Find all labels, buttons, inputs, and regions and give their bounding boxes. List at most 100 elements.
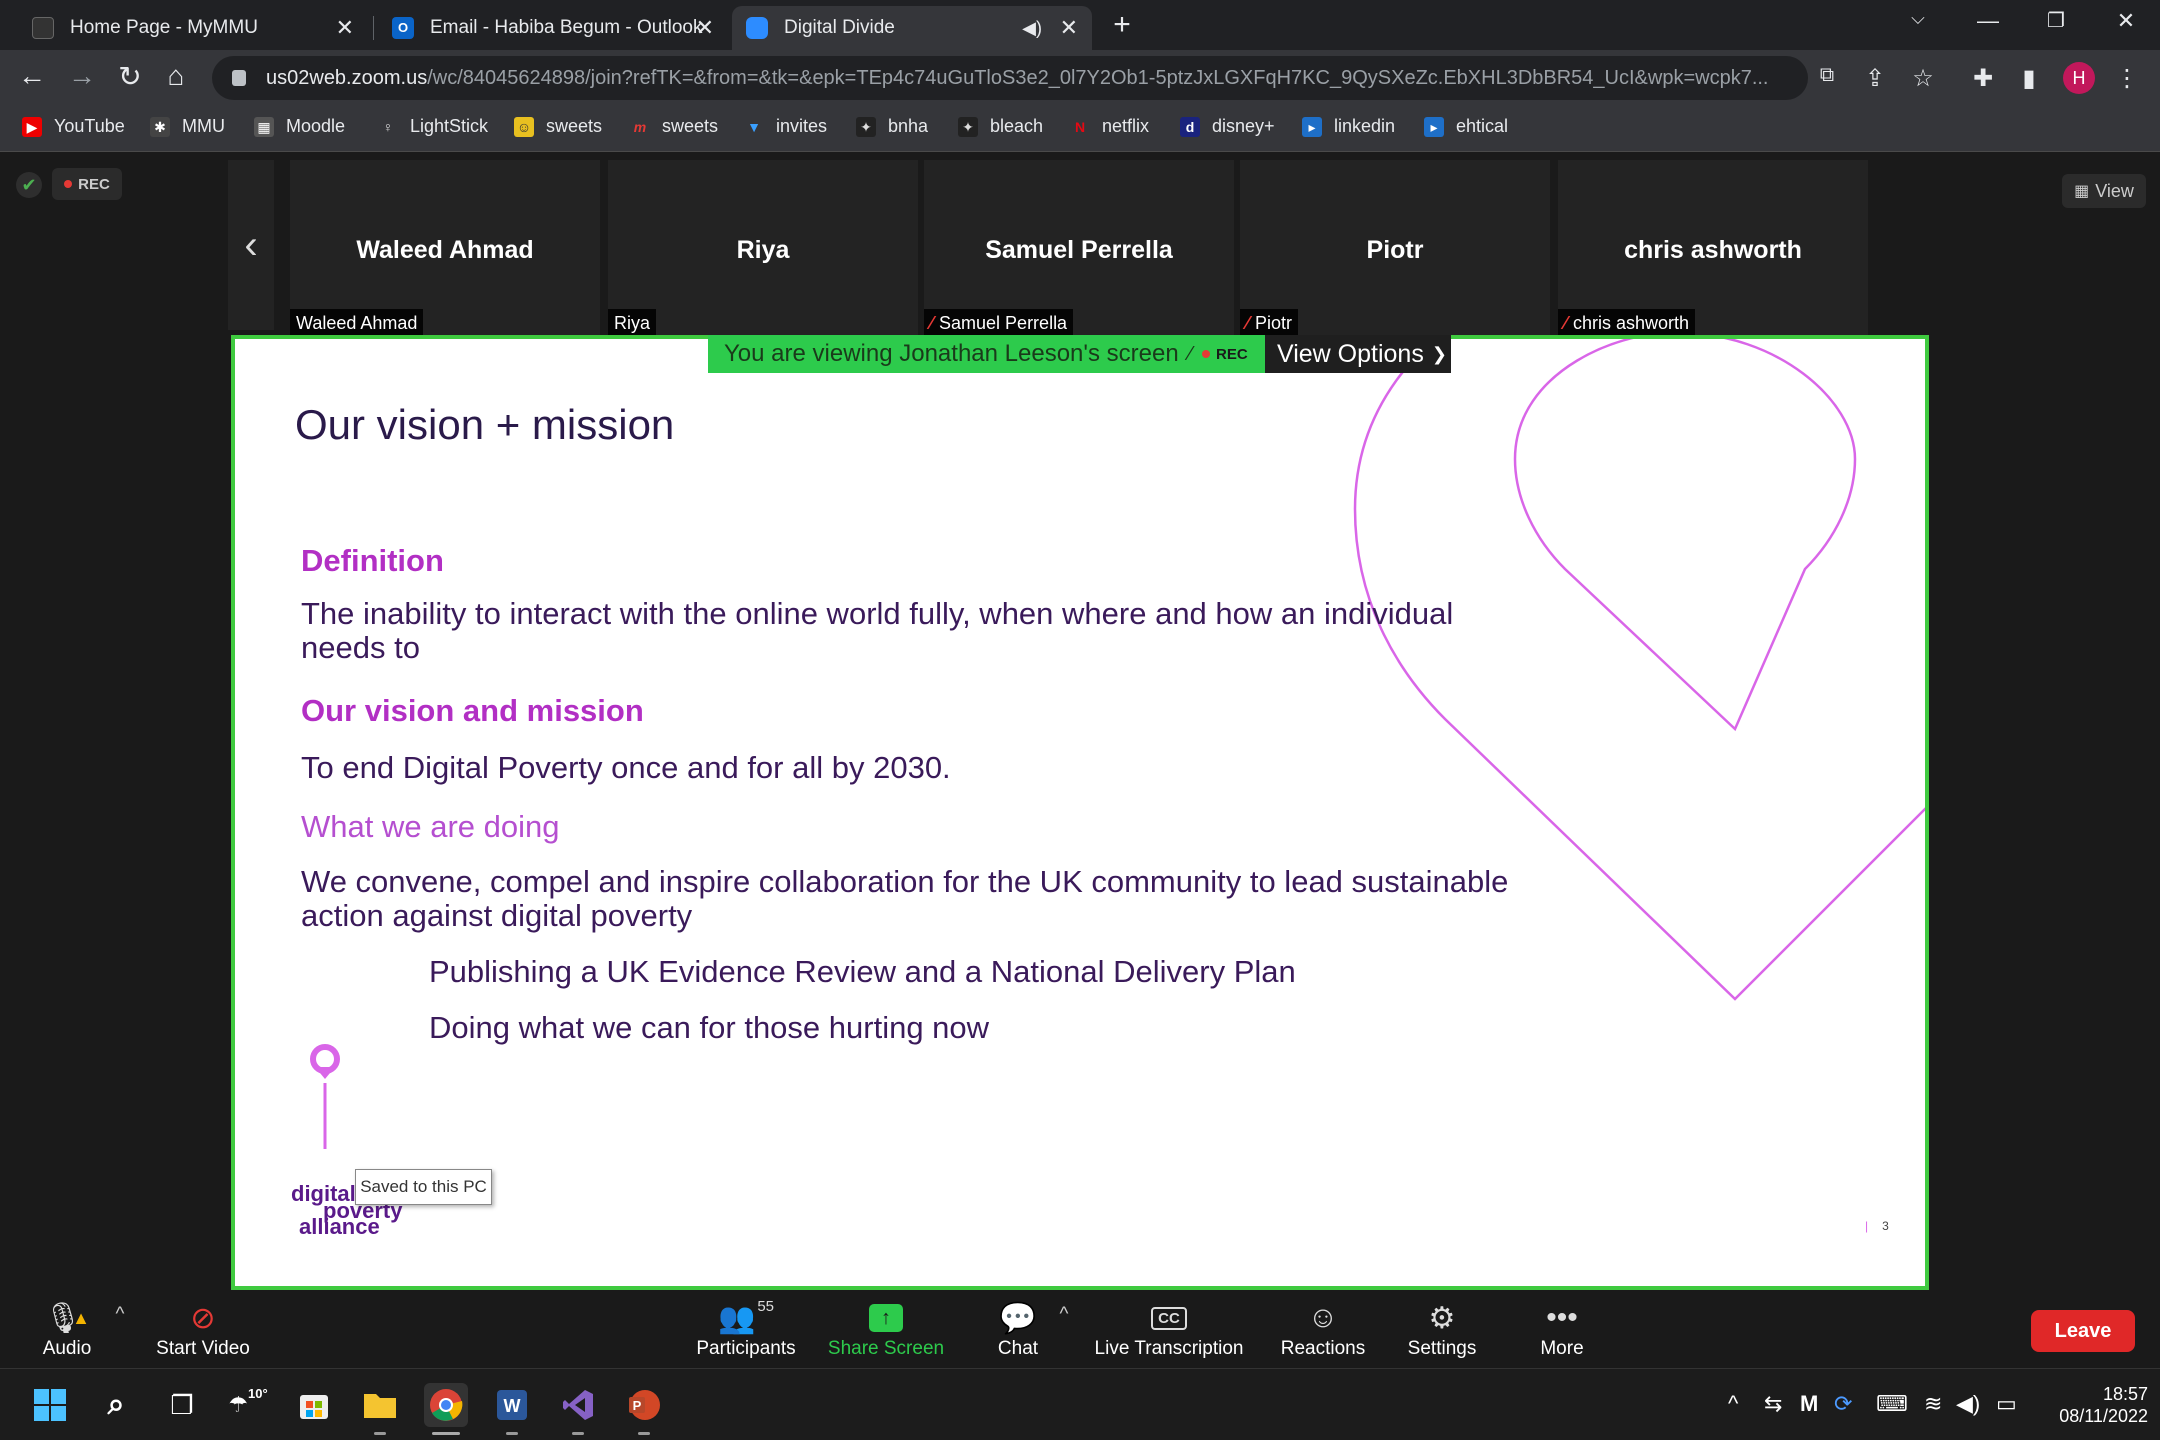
- close-tab-icon[interactable]: ✕: [696, 15, 714, 41]
- bookmark-invites[interactable]: ▼ invites: [744, 116, 827, 137]
- chrome-icon[interactable]: [424, 1383, 468, 1427]
- bookmark-sweets-2[interactable]: m sweets: [630, 116, 718, 137]
- word-icon[interactable]: W: [490, 1383, 534, 1427]
- bookmark-youtube[interactable]: ▶ YouTube: [22, 116, 125, 137]
- bookmark-disney[interactable]: d disney+: [1180, 116, 1275, 137]
- tab-separator: [373, 16, 374, 40]
- show-hidden-icons-chevron-icon[interactable]: ^: [1728, 1391, 1738, 1417]
- bookmark-ehtical[interactable]: ▸ ehtical: [1424, 116, 1508, 137]
- microsoft-store-icon[interactable]: [292, 1383, 336, 1427]
- participants-button[interactable]: 👥 55 Participants: [690, 1298, 802, 1360]
- doing-text-line-1: We convene, compel and inspire collabora…: [301, 864, 1509, 899]
- participant-name: Waleed Ahmad: [356, 236, 534, 264]
- bookmark-sweets-1[interactable]: ☺ sweets: [514, 116, 602, 137]
- tab-outlook[interactable]: O Email - Habiba Begum - Outlook ✕: [378, 6, 728, 50]
- task-view-icon[interactable]: ❐: [160, 1383, 204, 1427]
- weather-icon[interactable]: ☂ 10°: [226, 1383, 270, 1427]
- url-host: us02web.zoom.us: [266, 66, 428, 89]
- powerpoint-icon[interactable]: P: [622, 1383, 666, 1427]
- close-tab-icon[interactable]: ✕: [336, 15, 354, 41]
- sync-icon[interactable]: ⟳: [1834, 1391, 1852, 1417]
- restore-icon[interactable]: ❐: [2036, 8, 2076, 33]
- chat-options-chevron-icon[interactable]: ^: [1054, 1304, 1074, 1326]
- profile-avatar[interactable]: H: [2063, 62, 2095, 94]
- participant-tile[interactable]: chris ashworth ⁄ chris ashworth: [1558, 160, 1868, 338]
- close-window-icon[interactable]: ✕: [2106, 8, 2146, 34]
- reactions-icon: ☺: [1307, 1301, 1339, 1334]
- keyboard-icon[interactable]: ⌨: [1876, 1391, 1908, 1417]
- vision-text: To end Digital Poverty once and for all …: [301, 750, 951, 785]
- address-bar[interactable]: us02web.zoom.us /wc/84045624898/join?ref…: [212, 56, 1808, 100]
- popup-blocked-icon[interactable]: ⧉: [1810, 64, 1844, 87]
- participant-tile[interactable]: Samuel Perrella ⁄ Samuel Perrella: [924, 160, 1234, 338]
- network-activity-icon[interactable]: ⇆: [1764, 1391, 1782, 1417]
- reactions-button[interactable]: ☺ Reactions: [1280, 1298, 1366, 1360]
- share-icon[interactable]: ⇪: [1858, 64, 1892, 93]
- search-icon[interactable]: ⌕: [94, 1383, 138, 1427]
- bookmark-star-icon[interactable]: ☆: [1906, 64, 1940, 93]
- participant-name: Piotr: [1366, 236, 1424, 264]
- bookmark-linkedin[interactable]: ▸ linkedin: [1302, 116, 1395, 137]
- moodle-icon: ▦: [254, 116, 274, 137]
- leave-button[interactable]: Leave: [2031, 1310, 2135, 1352]
- shared-screen[interactable]: Our vision + mission Definition The inab…: [231, 335, 1929, 1290]
- windows-start-icon[interactable]: [28, 1383, 72, 1427]
- more-button[interactable]: ••• More: [1534, 1298, 1590, 1360]
- tab-search-icon[interactable]: ⌵: [1898, 8, 1938, 29]
- view-options-dropdown[interactable]: View Options ❯: [1265, 335, 1451, 373]
- chat-button[interactable]: 💬 Chat: [990, 1298, 1046, 1360]
- closed-caption-icon: CC: [1094, 1298, 1244, 1338]
- bookmark-netflix[interactable]: Nnetflix: [1070, 116, 1149, 137]
- gmail-icon[interactable]: M: [1800, 1391, 1818, 1417]
- wifi-icon[interactable]: ≋: [1924, 1391, 1942, 1417]
- forward-icon[interactable]: →: [62, 60, 102, 92]
- speaker-icon[interactable]: ◀): [1022, 18, 1042, 39]
- reload-icon[interactable]: ↻: [110, 60, 150, 93]
- battery-icon[interactable]: ▭: [1996, 1391, 2017, 1417]
- bookmark-mmu[interactable]: ✱ MMU: [150, 116, 225, 137]
- participant-tile[interactable]: Riya Riya: [608, 160, 918, 338]
- security-shield-icon[interactable]: ✔: [16, 172, 42, 198]
- previous-participants-button[interactable]: ‹: [228, 160, 274, 330]
- live-transcription-button[interactable]: CC Live Transcription: [1094, 1298, 1244, 1360]
- menu-icon[interactable]: ⋮: [2110, 64, 2144, 93]
- recording-indicator[interactable]: REC: [52, 168, 122, 200]
- visual-studio-icon[interactable]: [556, 1383, 600, 1427]
- participant-name: Samuel Perrella: [985, 236, 1173, 264]
- minimize-icon[interactable]: —: [1968, 8, 2008, 34]
- muted-mic-icon: ⁄: [930, 313, 934, 333]
- audio-options-chevron-icon[interactable]: ^: [108, 1304, 132, 1326]
- share-screen-button[interactable]: ↑ Share Screen: [826, 1298, 946, 1360]
- extensions-icon[interactable]: ✚: [1966, 64, 2000, 93]
- participant-tile[interactable]: Piotr ⁄ Piotr: [1240, 160, 1550, 338]
- tab-title: Email - Habiba Begum - Outlook: [430, 17, 703, 38]
- home-icon[interactable]: ⌂: [156, 60, 196, 92]
- participant-label: ⁄ Samuel Perrella: [924, 309, 1074, 338]
- chevron-down-icon: ❯: [1431, 343, 1447, 364]
- bullet-doing-what-we-can: Doing what we can for those hurting now: [429, 1010, 990, 1045]
- bookmark-bleach[interactable]: ✦ bleach: [958, 116, 1043, 137]
- system-clock[interactable]: 18:57 08/11/2022: [2028, 1383, 2148, 1427]
- logo-pin-icon: [310, 1044, 340, 1149]
- bookmark-lightstick[interactable]: ♀ LightStick: [378, 116, 488, 137]
- volume-icon[interactable]: ◀): [1956, 1391, 1980, 1417]
- tab-digital-divide[interactable]: Digital Divide ◀) ✕: [732, 6, 1092, 50]
- participant-tile[interactable]: Waleed Ahmad Waleed Ahmad: [290, 160, 600, 338]
- back-icon[interactable]: ←: [12, 60, 52, 92]
- file-explorer-icon[interactable]: [358, 1383, 402, 1427]
- close-tab-icon[interactable]: ✕: [1060, 15, 1078, 41]
- bookmark-moodle[interactable]: ▦ Moodle: [254, 116, 345, 137]
- audio-button[interactable]: 🎙 ▲ Audio: [36, 1298, 98, 1360]
- bookmark-bnha[interactable]: ✦ bnha: [856, 116, 928, 137]
- muted-mic-icon: ⁄: [1246, 313, 1250, 333]
- view-button[interactable]: ▦ View: [2062, 174, 2146, 208]
- settings-button[interactable]: ⚙ Settings: [1404, 1298, 1480, 1360]
- logo-text-alliance: alliance: [299, 1214, 380, 1239]
- zoom-icon: [746, 17, 768, 39]
- new-tab-button[interactable]: +: [1102, 8, 1142, 42]
- participant-label: Waleed Ahmad: [290, 309, 424, 338]
- side-panel-icon[interactable]: ▮: [2012, 64, 2046, 93]
- tab-mymmu[interactable]: Home Page - MyMMU ✕: [18, 6, 368, 50]
- participant-label: Riya: [608, 309, 657, 338]
- start-video-button[interactable]: ⊘ Start Video: [148, 1298, 258, 1360]
